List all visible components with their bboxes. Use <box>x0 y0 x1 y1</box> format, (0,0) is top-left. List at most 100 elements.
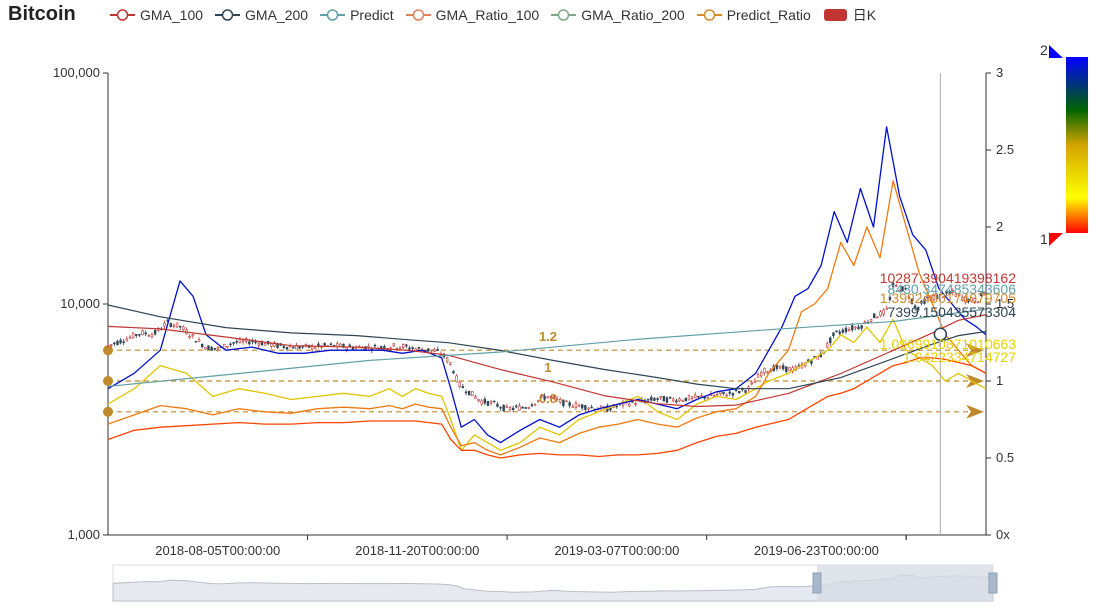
candle-body <box>634 403 637 405</box>
y-right-tick-label: 0.5 <box>996 450 1014 465</box>
candle-body <box>646 398 650 401</box>
candle-body <box>282 345 286 348</box>
candle-body <box>577 405 581 407</box>
candle-body <box>543 395 546 400</box>
candle-body <box>270 343 273 347</box>
candle-body <box>869 319 873 322</box>
candle-body <box>417 347 421 349</box>
candle-body <box>226 345 229 348</box>
candle-body <box>477 399 480 402</box>
candle-body <box>879 311 882 317</box>
candle-body <box>109 344 113 346</box>
candle-body <box>829 337 832 344</box>
candle-body <box>587 407 590 410</box>
candle-body <box>317 343 320 346</box>
candle-body <box>452 371 455 374</box>
visual-map-min-label: 1 <box>1040 231 1048 247</box>
candle-body <box>675 400 678 403</box>
candle-body <box>571 406 574 408</box>
candle-body <box>194 340 198 343</box>
zoom-handle-left[interactable] <box>812 572 822 594</box>
candle-body <box>678 398 681 402</box>
candle-body <box>851 325 854 331</box>
candle-body <box>524 407 527 409</box>
candle-body <box>106 345 110 347</box>
candle-body <box>216 346 220 350</box>
candle-body <box>716 393 719 396</box>
candle-body <box>480 400 483 405</box>
candle-body <box>122 341 125 344</box>
candle-body <box>857 326 860 330</box>
candle-body <box>854 326 857 329</box>
candle-body <box>147 335 151 337</box>
candle-body <box>314 347 317 349</box>
candle-body <box>458 381 461 387</box>
candle-body <box>559 398 562 403</box>
candle-body <box>427 348 430 352</box>
visual-map-handle-top[interactable] <box>1049 45 1063 58</box>
candle-body <box>182 326 185 330</box>
candle-body <box>750 382 753 385</box>
mark-line-start-dot <box>103 376 113 386</box>
mark-line-start-dot <box>103 406 113 417</box>
y-right-tick-label: 2.5 <box>996 142 1014 157</box>
candle-body <box>659 395 662 398</box>
candle-body <box>339 343 342 347</box>
candle-body <box>518 405 521 411</box>
candle-body <box>785 366 788 372</box>
candle-body <box>436 349 439 351</box>
candle-body <box>719 391 722 395</box>
candle-body <box>395 347 399 350</box>
candle-body <box>781 365 785 370</box>
candle-body <box>653 398 656 401</box>
candle-body <box>201 343 204 348</box>
candle-body <box>188 336 191 338</box>
candle-body <box>169 323 173 328</box>
x-tick-label: 2018-11-20T00:00:00 <box>355 543 479 558</box>
candle-body <box>584 405 587 410</box>
candle-body <box>738 391 741 394</box>
candle-body <box>144 332 147 335</box>
candle-body <box>449 362 452 365</box>
candle-body <box>568 402 571 406</box>
candle-body <box>763 367 766 374</box>
candle-body <box>486 400 490 406</box>
candle-body <box>373 344 377 347</box>
candle-body <box>241 340 245 343</box>
candle-body <box>408 347 411 350</box>
y-right-tick-label: 3 <box>996 65 1003 80</box>
zoom-selection[interactable] <box>817 565 993 601</box>
candle-body <box>499 406 502 409</box>
candle-body <box>590 406 593 409</box>
candle-body <box>285 346 289 350</box>
candle-body <box>207 345 210 351</box>
candle-body <box>722 391 725 394</box>
candle-body <box>464 391 468 394</box>
candle-body <box>392 343 395 347</box>
candle-body <box>546 396 549 399</box>
candle-body <box>172 325 176 327</box>
candle-body <box>760 372 763 377</box>
candle-body <box>175 322 179 328</box>
candle-body <box>461 386 465 389</box>
candle-body <box>445 357 449 363</box>
candle-body <box>672 398 675 402</box>
candle-body <box>788 367 791 371</box>
candle-body <box>502 404 505 412</box>
candle-body <box>191 334 194 337</box>
visual-map-handle-bottom[interactable] <box>1049 233 1063 246</box>
candle-body <box>229 343 232 346</box>
candle-body <box>204 347 207 350</box>
y-left-tick-label: 100,000 <box>53 65 100 80</box>
candle-body <box>706 396 710 399</box>
mark-line-label: 1 <box>544 360 551 375</box>
y-right-tick-label: 2 <box>996 219 1003 234</box>
candle-body <box>292 346 295 349</box>
candle-body <box>873 313 876 319</box>
y-left-tick-label: 1,000 <box>67 527 100 542</box>
candle-body <box>609 408 612 411</box>
candle-body <box>210 346 213 351</box>
candle-body <box>515 405 518 408</box>
candle-body <box>329 343 333 346</box>
zoom-handle-right[interactable] <box>988 572 998 594</box>
